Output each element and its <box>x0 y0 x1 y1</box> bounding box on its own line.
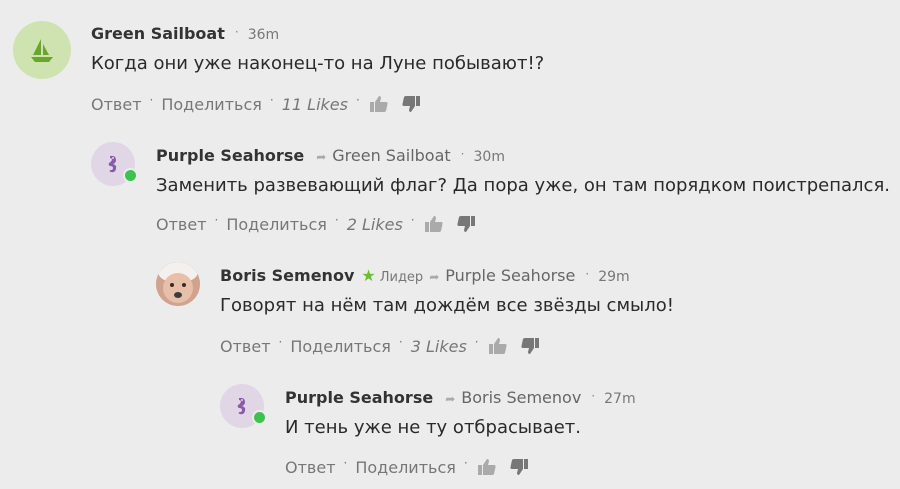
avatar[interactable] <box>91 142 138 186</box>
reply-button[interactable]: Ответ <box>285 458 336 477</box>
thumbs-down-icon[interactable] <box>400 94 422 114</box>
comment-header: Boris Semenov ★ Лидер ➦ Purple Seahorse … <box>220 266 630 285</box>
share-button[interactable]: Поделиться <box>355 458 456 477</box>
reply-to-name[interactable]: Purple Seahorse <box>445 266 575 285</box>
thumbs-down-icon[interactable] <box>508 457 530 477</box>
timestamp[interactable]: 36m <box>248 27 279 43</box>
comment-header: Purple Seahorse ➦ Boris Semenov · 27m <box>285 388 636 407</box>
comment-text: И тень уже не ту отбрасывает. <box>285 417 582 438</box>
author-name[interactable]: Purple Seahorse <box>285 388 433 407</box>
thumbs-up-icon[interactable] <box>487 336 509 356</box>
baby-photo-avatar <box>156 262 200 306</box>
share-button[interactable]: Поделиться <box>161 95 262 114</box>
star-icon: ★ <box>361 266 376 285</box>
comment-header: Purple Seahorse ➦ Green Sailboat · 30m <box>156 146 505 165</box>
dot-separator: · <box>149 93 154 107</box>
share-button[interactable]: Поделиться <box>226 215 327 234</box>
online-indicator <box>123 168 138 183</box>
dot-separator: · <box>334 213 339 227</box>
comment-text: Говорят на нём там дождём все звёзды смы… <box>220 295 674 316</box>
dot-separator: · <box>355 93 360 107</box>
likes-count[interactable]: 3 Likes <box>411 337 467 356</box>
likes-count[interactable]: 11 Likes <box>282 95 348 114</box>
dot-separator: · <box>410 213 415 227</box>
comment-text: Заменить развевающий флаг? Да пора уже, … <box>156 175 890 196</box>
comment-actions: Ответ · Поделиться · 11 Likes · <box>91 93 422 114</box>
comment-actions: Ответ · Поделиться · 2 Likes · <box>156 213 477 234</box>
thumbs-down-icon[interactable] <box>519 336 541 356</box>
author-name[interactable]: Green Sailboat <box>91 24 225 43</box>
reply-to-name[interactable]: Boris Semenov <box>461 388 581 407</box>
seahorse-icon <box>108 155 117 173</box>
dot-separator: · <box>234 25 239 39</box>
reply-button[interactable]: Ответ <box>91 95 142 114</box>
timestamp[interactable]: 27m <box>604 391 635 407</box>
comment-purple-seahorse: Purple Seahorse ➦ Green Sailboat · 30m З… <box>0 125 900 245</box>
reply-to-name[interactable]: Green Sailboat <box>332 146 450 165</box>
thumbs-down-icon[interactable] <box>455 214 477 234</box>
dot-separator: · <box>269 93 274 107</box>
dot-separator: · <box>463 456 468 470</box>
thumbs-up-icon[interactable] <box>423 214 445 234</box>
comment-purple-seahorse-2: Purple Seahorse ➦ Boris Semenov · 27m И … <box>0 367 900 489</box>
dot-separator: · <box>591 389 596 403</box>
author-name[interactable]: Boris Semenov <box>220 266 354 285</box>
thumbs-up-icon[interactable] <box>476 457 498 477</box>
seahorse-icon <box>237 397 246 415</box>
dot-separator: · <box>585 267 590 281</box>
share-button[interactable]: Поделиться <box>290 337 391 356</box>
reply-arrow-icon: ➦ <box>445 392 456 406</box>
dot-separator: · <box>214 213 219 227</box>
dot-separator: · <box>474 335 479 349</box>
likes-count[interactable]: 2 Likes <box>347 215 403 234</box>
author-name[interactable]: Purple Seahorse <box>156 146 304 165</box>
reply-button[interactable]: Ответ <box>220 337 271 356</box>
online-indicator <box>252 410 267 425</box>
timestamp[interactable]: 30m <box>474 149 505 165</box>
dot-separator: · <box>460 147 465 161</box>
comment-actions: Ответ · Поделиться · <box>285 456 530 477</box>
thumbs-up-icon[interactable] <box>368 94 390 114</box>
dot-separator: · <box>398 335 403 349</box>
avatar[interactable] <box>220 384 267 428</box>
dot-separator: · <box>278 335 283 349</box>
leader-badge: Лидер <box>379 270 424 285</box>
comment-header: Green Sailboat · 36m <box>91 24 279 43</box>
reply-arrow-icon: ➦ <box>429 270 440 284</box>
sailboat-icon <box>31 39 53 62</box>
reply-button[interactable]: Ответ <box>156 215 207 234</box>
comment-actions: Ответ · Поделиться · 3 Likes · <box>220 335 541 356</box>
comment-text: Когда они уже наконец-то на Луне побываю… <box>91 53 545 74</box>
timestamp[interactable]: 29m <box>598 269 629 285</box>
comment-boris-semenov: Boris Semenov ★ Лидер ➦ Purple Seahorse … <box>0 245 900 367</box>
reply-arrow-icon: ➦ <box>316 150 327 164</box>
avatar[interactable] <box>156 262 200 306</box>
dot-separator: · <box>343 456 348 470</box>
avatar[interactable] <box>13 21 71 79</box>
comment-green-sailboat: Green Sailboat · 36m Когда они уже након… <box>0 0 900 125</box>
